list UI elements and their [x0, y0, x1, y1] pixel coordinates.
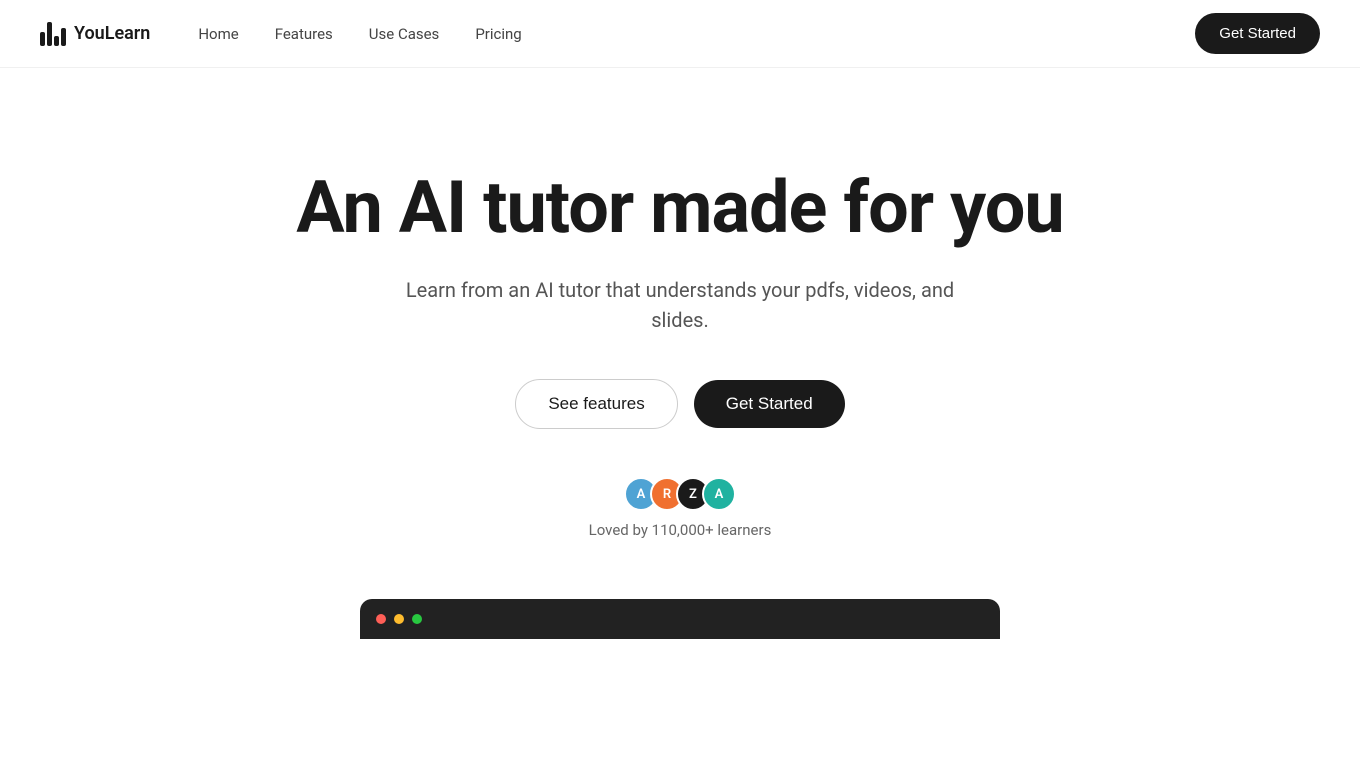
logo-bar-2	[47, 22, 52, 46]
logo-bar-4	[61, 28, 66, 46]
nav-item-pricing[interactable]: Pricing	[475, 24, 521, 43]
nav-right: Get Started	[1195, 13, 1320, 54]
logo-bar-3	[54, 36, 59, 46]
hero-buttons: See features Get Started	[515, 379, 844, 429]
logo[interactable]: YouLearn	[40, 22, 150, 46]
logo-bar-1	[40, 32, 45, 46]
avatars-group: A R Z A	[624, 477, 736, 511]
nav-links: Home Features Use Cases Pricing	[198, 24, 521, 43]
nav-get-started-button[interactable]: Get Started	[1195, 13, 1320, 54]
nav-left: YouLearn Home Features Use Cases Pricing	[40, 22, 522, 46]
window-dot-yellow	[394, 614, 404, 624]
hero-subtitle: Learn from an AI tutor that understands …	[380, 275, 980, 335]
logo-text: YouLearn	[74, 23, 150, 44]
hero-section: An AI tutor made for you Learn from an A…	[0, 68, 1360, 599]
hero-get-started-button[interactable]: Get Started	[694, 380, 845, 428]
avatar-a2: A	[702, 477, 736, 511]
nav-item-use-cases[interactable]: Use Cases	[369, 24, 440, 43]
social-proof: A R Z A Loved by 110,000+ learners	[589, 477, 772, 539]
nav-link-home[interactable]: Home	[198, 25, 238, 43]
navbar: YouLearn Home Features Use Cases Pricing…	[0, 0, 1360, 68]
hero-title: An AI tutor made for you	[296, 168, 1063, 247]
window-dot-red	[376, 614, 386, 624]
see-features-button[interactable]: See features	[515, 379, 677, 429]
window-dot-green	[412, 614, 422, 624]
logo-icon	[40, 22, 66, 46]
nav-link-use-cases[interactable]: Use Cases	[369, 25, 440, 43]
loved-by-text: Loved by 110,000+ learners	[589, 521, 772, 539]
demo-preview-bar	[360, 599, 1000, 639]
nav-item-home[interactable]: Home	[198, 24, 238, 43]
nav-link-features[interactable]: Features	[275, 25, 333, 43]
nav-link-pricing[interactable]: Pricing	[475, 25, 521, 43]
nav-item-features[interactable]: Features	[275, 24, 333, 43]
